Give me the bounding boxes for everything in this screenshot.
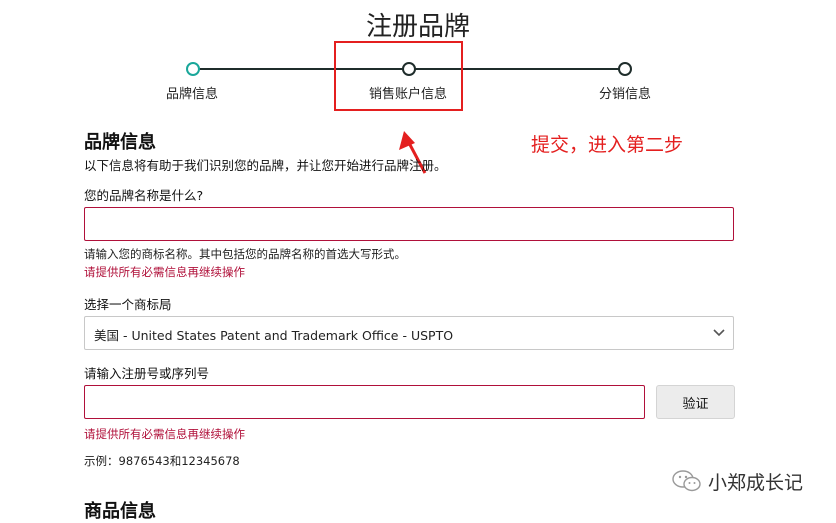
trademark-office-label: 选择一个商标局 — [84, 297, 172, 312]
brand-section-title: 品牌信息 — [84, 132, 156, 153]
brand-name-error: 请提供所有必需信息再继续操作 — [84, 265, 245, 279]
brand-name-hint: 请输入您的商标名称。其中包括您的品牌名称的首选大写形式。 — [84, 247, 406, 261]
highlight-box — [334, 41, 463, 111]
brand-name-label: 您的品牌名称是什么? — [84, 188, 204, 203]
watermark: 小郑成长记 — [672, 466, 803, 496]
step-label-distribution: 分销信息 — [598, 87, 652, 102]
registration-number-label: 请输入注册号或序列号 — [84, 366, 210, 381]
brand-section-description: 以下信息将有助于我们识别您的品牌，并让您开始进行品牌注册。 — [84, 158, 447, 173]
trademark-office-selected: 美国 - United States Patent and Trademark … — [94, 328, 454, 343]
watermark-text: 小郑成长记 — [708, 471, 804, 494]
trademark-office-select[interactable]: 美国 - United States Patent and Trademark … — [84, 316, 734, 350]
wechat-icon — [672, 470, 701, 492]
step-label-brand-info: 品牌信息 — [165, 87, 219, 102]
registration-number-example: 示例：9876543和12345678 — [84, 454, 240, 468]
brand-name-input[interactable] — [84, 207, 734, 241]
registration-number-input[interactable] — [84, 385, 645, 419]
annotation-text: 提交，进入第二步 — [531, 134, 684, 156]
chevron-down-icon — [713, 329, 725, 337]
product-section-title: 商品信息 — [84, 501, 156, 522]
step-dot-distribution — [618, 62, 632, 76]
step-dot-brand-info — [186, 62, 200, 76]
registration-number-error: 请提供所有必需信息再继续操作 — [84, 427, 245, 441]
verify-button[interactable]: 验证 — [656, 385, 735, 419]
